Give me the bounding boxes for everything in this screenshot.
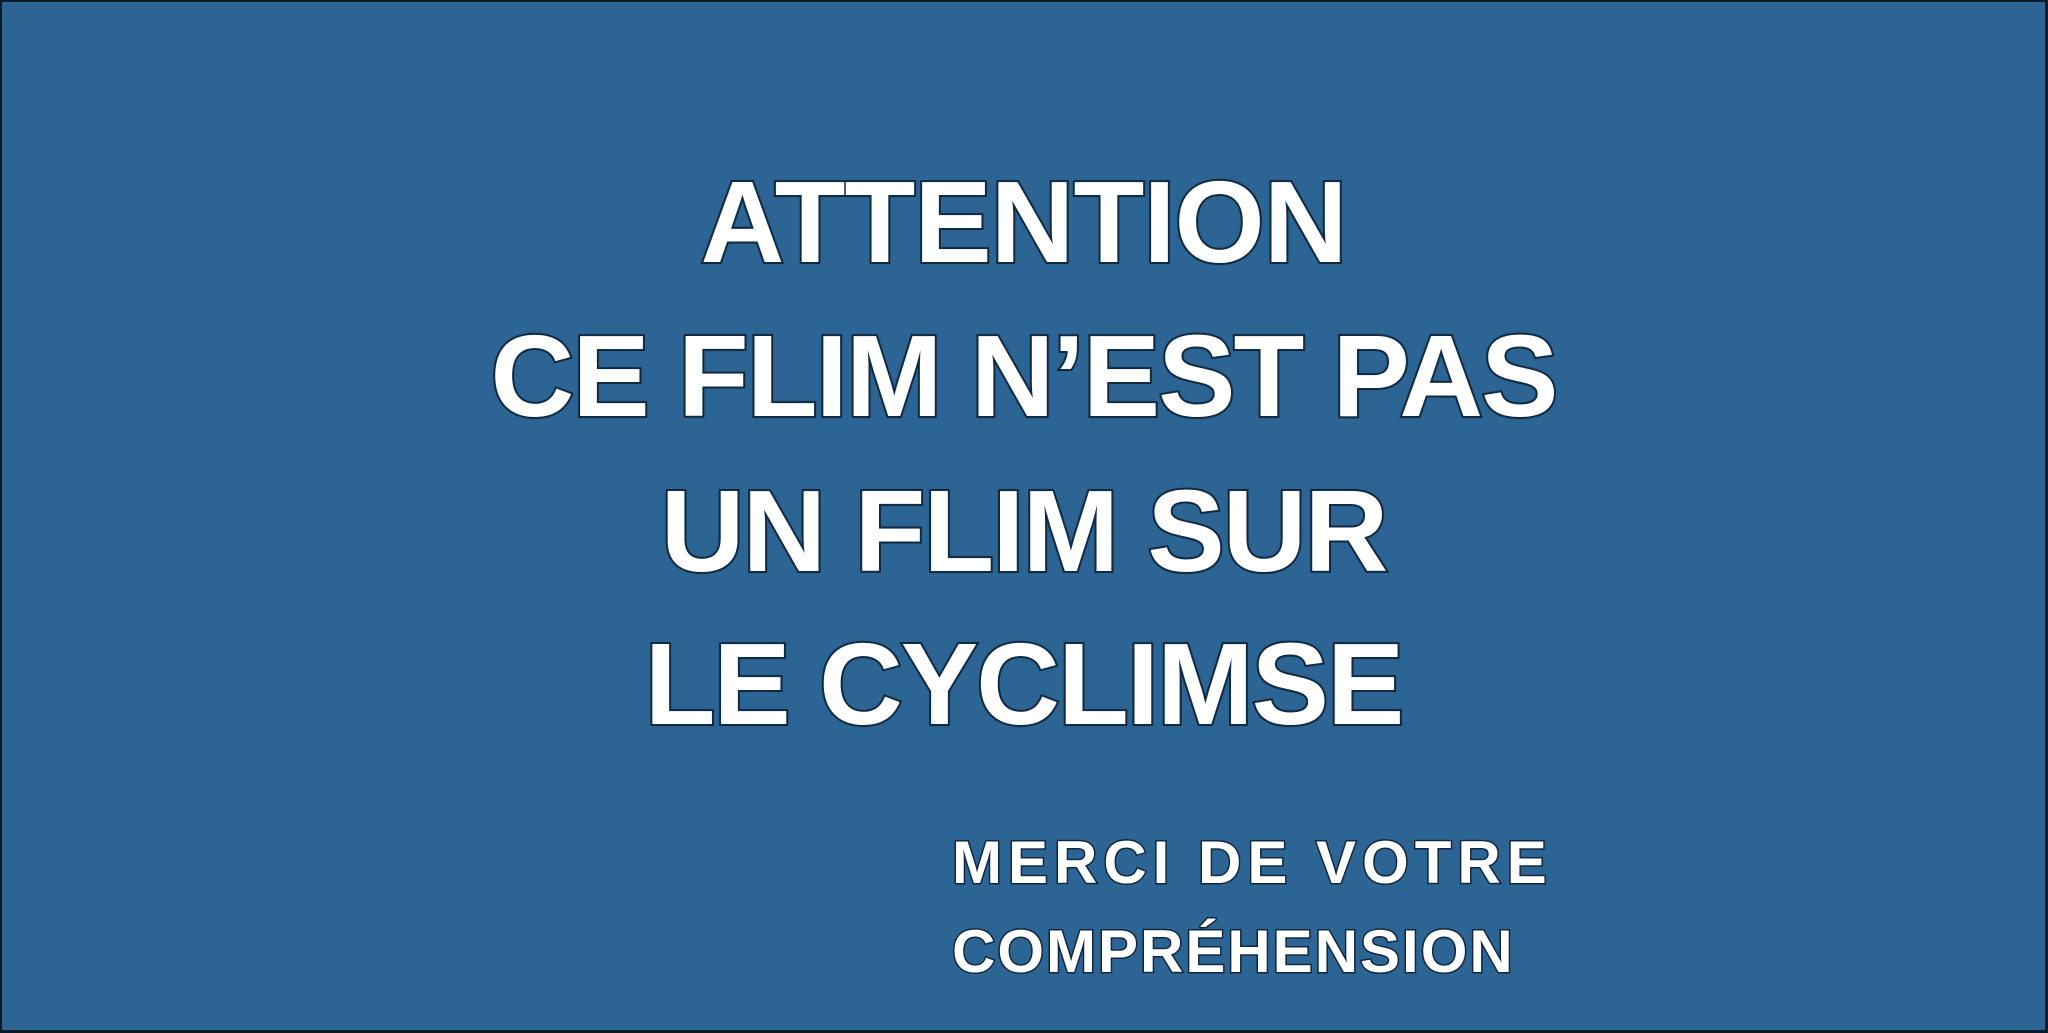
warning-sign-panel: ATTENTION CE FLIM N’EST PAS UN FLIM SUR … [1,1,2046,1031]
headline-line-3: UN FLIM SUR [659,466,1391,596]
headline-line-2: CE FLIM N’EST PAS [489,311,1561,441]
footer-line-2: COMPRÉHENSION [951,918,1515,985]
headline-line-1: ATTENTION [698,157,1349,287]
headline-line-4: LE CYCLIMSE [643,619,1407,749]
footer-line-1: MERCI DE VOTRE [951,829,1553,896]
